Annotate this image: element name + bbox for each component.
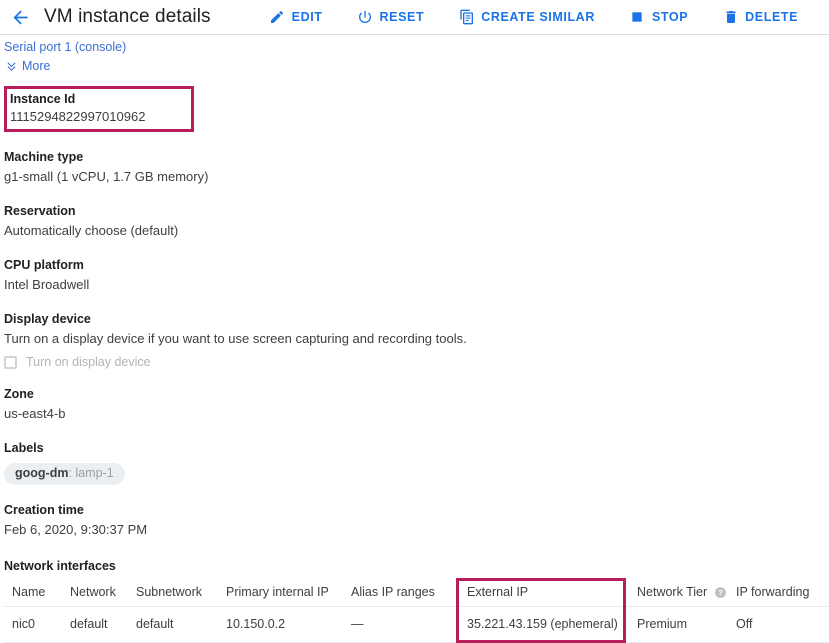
trash-icon xyxy=(722,9,739,26)
column-header-ip-forwarding: IP forwarding xyxy=(736,578,829,607)
cell-primary-internal-ip: 10.150.0.2 xyxy=(226,606,351,643)
network-interfaces-table-wrap: Name Network Subnetwork Primary internal… xyxy=(4,578,829,643)
cell-alias-ip-ranges: — xyxy=(351,606,456,643)
more-toggle[interactable]: More xyxy=(4,59,50,73)
instance-id-value: 1115294822997010962 xyxy=(10,109,146,124)
creation-time-value: Feb 6, 2020, 9:30:37 PM xyxy=(4,522,148,537)
duplicate-icon xyxy=(458,9,475,26)
create-similar-button[interactable]: CREATE SIMILAR xyxy=(458,9,595,26)
column-header-network: Network xyxy=(70,578,136,607)
page-title: VM instance details xyxy=(44,6,211,27)
column-header-network-tier: Network Tier xyxy=(637,585,708,599)
table-header-row: Name Network Subnetwork Primary internal… xyxy=(4,578,829,607)
cell-name: nic0 xyxy=(4,606,70,643)
column-header-name: Name xyxy=(4,578,70,607)
details-content: Serial port 1 (console) More Instance Id… xyxy=(0,35,829,643)
app-header: VM instance details EDIT RESET CREATE SI… xyxy=(0,0,829,34)
creation-time-label: Creation time xyxy=(4,503,84,517)
label-chip-value: lamp-1 xyxy=(75,466,114,480)
arrow-back-icon[interactable] xyxy=(8,5,32,29)
machine-type-field: Machine type g1-small (1 vCPU, 1.7 GB me… xyxy=(4,149,829,186)
label-chip-separator: : xyxy=(68,466,72,480)
machine-type-value: g1-small (1 vCPU, 1.7 GB memory) xyxy=(4,169,209,184)
cell-subnetwork: default xyxy=(136,606,226,643)
reservation-label: Reservation xyxy=(4,204,76,218)
column-header-external-ip: External IP xyxy=(467,585,529,599)
cell-network-tier: Premium xyxy=(637,617,688,631)
stop-button-label: STOP xyxy=(651,10,689,24)
display-device-label: Display device xyxy=(4,312,91,326)
label-chip: goog-dm: lamp-1 xyxy=(4,463,125,485)
display-device-checkbox xyxy=(4,355,17,369)
cpu-platform-label: CPU platform xyxy=(4,258,84,272)
display-device-field: Display device Turn on a display device … xyxy=(4,311,829,369)
delete-button-label: DELETE xyxy=(745,10,799,24)
column-header-alias-ip-ranges: Alias IP ranges xyxy=(351,578,456,607)
cell-external-ip: 35.221.43.159 (ephemeral) xyxy=(467,617,618,631)
instance-id-label: Instance Id xyxy=(10,92,76,106)
column-header-subnetwork: Subnetwork xyxy=(136,578,226,607)
reset-button[interactable]: RESET xyxy=(357,9,425,26)
delete-button[interactable]: DELETE xyxy=(722,9,798,26)
reset-button-label: RESET xyxy=(379,10,425,24)
instance-id-field: Instance Id 1115294822997010962 xyxy=(4,86,194,132)
action-toolbar: EDIT RESET CREATE SIMILAR STOP DELETE xyxy=(269,9,798,26)
label-chip-key: goog-dm xyxy=(15,466,69,480)
display-device-checkbox-label: Turn on display device xyxy=(26,355,151,369)
edit-button-label: EDIT xyxy=(291,10,323,24)
reservation-field: Reservation Automatically choose (defaul… xyxy=(4,203,829,240)
cell-ip-forwarding: Off xyxy=(736,606,829,643)
pencil-icon xyxy=(269,9,286,26)
labels-label: Labels xyxy=(4,441,44,455)
svg-text:?: ? xyxy=(718,588,723,597)
zone-value: us-east4-b xyxy=(4,406,66,421)
display-device-checkbox-row: Turn on display device xyxy=(4,355,829,369)
network-interfaces-table: Name Network Subnetwork Primary internal… xyxy=(4,578,829,643)
cpu-platform-field: CPU platform Intel Broadwell xyxy=(4,257,829,294)
edit-button[interactable]: EDIT xyxy=(269,9,323,26)
network-interfaces-title: Network interfaces xyxy=(4,559,116,573)
double-chevron-down-icon xyxy=(4,59,18,73)
cpu-platform-value: Intel Broadwell xyxy=(4,277,90,292)
labels-field: Labels goog-dm: lamp-1 xyxy=(4,440,829,485)
column-header-primary-internal-ip: Primary internal IP xyxy=(226,578,351,607)
display-device-description: Turn on a display device if you want to … xyxy=(4,331,467,346)
reservation-value: Automatically choose (default) xyxy=(4,223,179,238)
more-label: More xyxy=(22,59,51,73)
creation-time-field: Creation time Feb 6, 2020, 9:30:37 PM xyxy=(4,502,829,539)
table-row: nic0 default default 10.150.0.2 — 35.221… xyxy=(4,606,829,643)
stop-square-icon xyxy=(629,9,646,26)
serial-port-link-row: Serial port 1 (console) xyxy=(4,35,829,56)
help-circle-icon[interactable]: ? xyxy=(714,586,727,599)
serial-port-link[interactable]: Serial port 1 (console) xyxy=(4,40,126,54)
zone-label: Zone xyxy=(4,387,34,401)
zone-field: Zone us-east4-b xyxy=(4,386,829,423)
machine-type-label: Machine type xyxy=(4,150,84,164)
create-similar-button-label: CREATE SIMILAR xyxy=(481,10,595,24)
stop-button[interactable]: STOP xyxy=(629,9,688,26)
cell-network: default xyxy=(70,606,136,643)
power-reset-icon xyxy=(357,9,374,26)
